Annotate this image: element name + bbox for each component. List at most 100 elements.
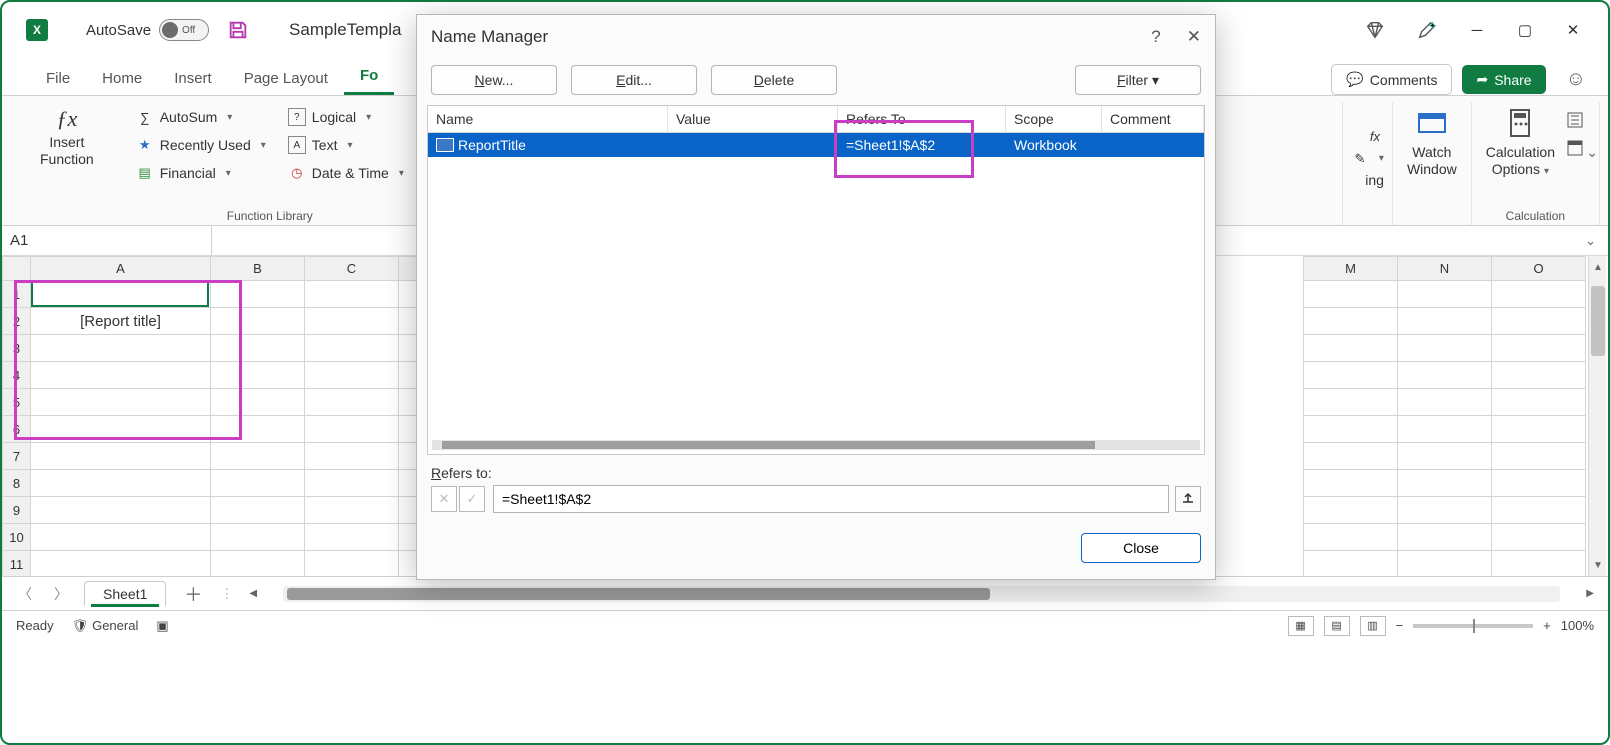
cell-A2[interactable]: [Report title] <box>31 308 211 335</box>
sheet-tab-separator: ⋮ <box>220 586 235 602</box>
share-button[interactable]: ➦ Share <box>1462 65 1545 94</box>
scroll-down-icon[interactable]: ▼ <box>1589 556 1607 574</box>
col-header-O[interactable]: O <box>1492 257 1586 281</box>
edit-button[interactable]: Edit... <box>571 65 697 95</box>
row-header-9[interactable]: 9 <box>3 497 31 524</box>
delete-button[interactable]: Delete <box>711 65 837 95</box>
select-all-corner[interactable] <box>3 257 31 281</box>
financial-button[interactable]: ▤Financial <box>132 162 270 184</box>
col-header-N[interactable]: N <box>1398 257 1492 281</box>
calc-now-icon[interactable] <box>1565 110 1585 130</box>
zoom-slider[interactable] <box>1413 624 1533 628</box>
spreadsheet-grid-left[interactable]: A B C 1 2[Report title] 3 4 5 6 7 8 9 10… <box>2 256 419 576</box>
header-refers-to[interactable]: Refers To <box>838 106 1006 132</box>
maximize-button[interactable]: ▢ <box>1516 21 1534 39</box>
tab-page-layout[interactable]: Page Layout <box>228 64 344 95</box>
autosum-button[interactable]: ∑AutoSum <box>132 106 270 128</box>
close-button[interactable]: Close <box>1081 533 1201 563</box>
refers-to-input[interactable] <box>493 485 1169 513</box>
hscroll-left-icon[interactable]: ◀ <box>245 588 261 599</box>
save-icon[interactable] <box>227 19 249 41</box>
logical-button[interactable]: ?Logical <box>284 106 408 128</box>
filter-button[interactable]: Filter ▾ <box>1075 65 1201 95</box>
share-icon: ➦ <box>1476 71 1488 88</box>
sheet-tab-sheet1[interactable]: Sheet1 <box>84 581 166 606</box>
dialog-help-button[interactable]: ? <box>1151 27 1160 47</box>
excel-icon: X <box>26 19 48 41</box>
pen-small-icon: ✎ <box>1351 150 1369 168</box>
feedback-smiley-icon[interactable]: ☺ <box>1566 68 1586 91</box>
dialog-close-x-button[interactable]: ✕ <box>1187 27 1201 47</box>
header-comment[interactable]: Comment <box>1102 106 1204 132</box>
col-header-B[interactable]: B <box>211 257 305 281</box>
view-normal-button[interactable]: ▦ <box>1288 616 1314 636</box>
status-ready: Ready <box>16 618 54 633</box>
ribbon-collapse-chevron-icon[interactable]: ⌄ <box>1586 144 1598 161</box>
row-header-1[interactable]: 1 <box>3 281 31 308</box>
close-window-button[interactable]: ✕ <box>1564 21 1582 39</box>
vertical-scrollbar[interactable]: ▲ ▼ <box>1588 256 1606 576</box>
tab-home[interactable]: Home <box>86 64 158 95</box>
row-header-5[interactable]: 5 <box>3 389 31 416</box>
pen-sparkle-icon[interactable] <box>1416 19 1438 41</box>
date-time-button[interactable]: ◷Date & Time <box>284 162 408 184</box>
row-header-4[interactable]: 4 <box>3 362 31 389</box>
zoom-percentage[interactable]: 100% <box>1561 618 1594 633</box>
zoom-out-button[interactable]: − <box>1396 618 1404 633</box>
text-button[interactable]: AText <box>284 134 408 156</box>
col-header-A[interactable]: A <box>31 257 211 281</box>
refers-collapse-button[interactable] <box>1175 486 1201 512</box>
partial-icon-fx[interactable]: fx <box>1347 126 1388 148</box>
calc-sheet-icon[interactable] <box>1565 138 1585 158</box>
calculation-options-button[interactable]: Calculation Options <box>1486 106 1555 178</box>
watch-window-button[interactable]: Watch Window <box>1393 102 1472 225</box>
header-name[interactable]: Name <box>428 106 668 132</box>
row-header-3[interactable]: 3 <box>3 335 31 362</box>
name-list-row-selected[interactable]: ReportTitle =Sheet1!$A$2 Workbook <box>428 133 1204 157</box>
name-box[interactable]: A1 <box>2 226 212 255</box>
row-header-8[interactable]: 8 <box>3 470 31 497</box>
tab-file[interactable]: File <box>30 64 86 95</box>
sheet-nav-next-icon[interactable]: 〉 <box>48 584 74 604</box>
row-header-6[interactable]: 6 <box>3 416 31 443</box>
scroll-up-icon[interactable]: ▲ <box>1589 258 1607 276</box>
row-header-7[interactable]: 7 <box>3 443 31 470</box>
vertical-scroll-thumb[interactable] <box>1591 286 1605 356</box>
insert-function-button[interactable]: ƒx Insert Function <box>30 102 104 186</box>
view-page-break-button[interactable]: ▥ <box>1360 616 1386 636</box>
tab-formulas[interactable]: Fo <box>344 61 394 95</box>
horizontal-scroll-thumb[interactable] <box>287 588 989 600</box>
add-sheet-button[interactable]: ＋ <box>176 581 210 607</box>
horizontal-scrollbar[interactable] <box>283 586 1560 602</box>
header-value[interactable]: Value <box>668 106 838 132</box>
col-header-M[interactable]: M <box>1304 257 1398 281</box>
refers-cancel-button[interactable]: ✕ <box>431 486 457 512</box>
partial-icon-pen[interactable]: ✎ <box>1347 148 1388 170</box>
share-label: Share <box>1494 72 1531 88</box>
name-list-hscroll[interactable] <box>432 440 1200 450</box>
minimize-button[interactable]: ─ <box>1468 21 1486 39</box>
col-header-C[interactable]: C <box>305 257 399 281</box>
diamond-icon[interactable] <box>1364 19 1386 41</box>
spreadsheet-grid-right[interactable]: M N O <box>1303 256 1586 576</box>
comments-button[interactable]: 💬 Comments <box>1331 64 1452 95</box>
row-header-2[interactable]: 2 <box>3 308 31 335</box>
autosave-toggle[interactable]: Off <box>159 19 209 41</box>
hscroll-right-icon[interactable]: ▶ <box>1582 588 1598 599</box>
sheet-nav-prev-icon[interactable]: 〈 <box>12 584 38 604</box>
name-list: Name Value Refers To Scope Comment Repor… <box>427 105 1205 455</box>
zoom-in-button[interactable]: + <box>1543 618 1551 633</box>
row-header-11[interactable]: 11 <box>3 551 31 577</box>
recently-used-button[interactable]: ★Recently Used <box>132 134 270 156</box>
header-scope[interactable]: Scope <box>1006 106 1102 132</box>
formula-bar-expand-icon[interactable]: ⌄ <box>1573 226 1608 255</box>
refers-commit-button[interactable]: ✓ <box>459 486 485 512</box>
tab-insert[interactable]: Insert <box>158 64 228 95</box>
name-table-icon <box>436 138 454 152</box>
new-button[interactable]: New... <box>431 65 557 95</box>
comments-label: Comments <box>1370 72 1438 88</box>
row-name: ReportTitle <box>458 137 526 153</box>
view-page-layout-button[interactable]: ▤ <box>1324 616 1350 636</box>
row-header-10[interactable]: 10 <box>3 524 31 551</box>
accessibility-icon[interactable]: ▣ <box>156 618 168 634</box>
